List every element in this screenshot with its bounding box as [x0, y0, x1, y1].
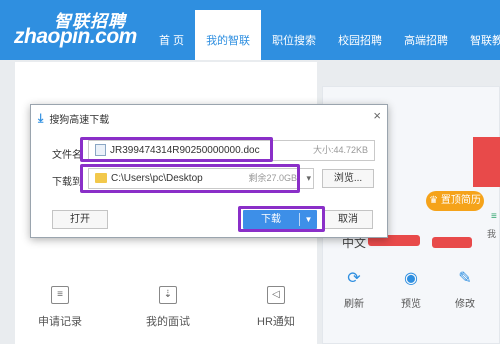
filename-label: 文件名 [52, 150, 82, 161]
pin-resume-label: 置顶简历 [440, 195, 481, 206]
filename-highlight [80, 137, 273, 162]
saveto-label: 下载到 [52, 177, 82, 188]
my-interviews-link[interactable]: ⇣ 我的面试 [146, 286, 190, 329]
chevron-down-icon[interactable]: ▾ [306, 169, 311, 188]
nav-campus[interactable]: 校园招聘 [327, 10, 393, 60]
download-icon: ⤓ [38, 111, 44, 125]
edit-icon: ✎ [458, 270, 472, 287]
eye-icon: ◉ [404, 270, 418, 287]
download-highlight [238, 206, 325, 232]
apply-records-link[interactable]: ≡ 申请记录 [38, 286, 82, 329]
nav-education[interactable]: 智联教育 [459, 10, 500, 60]
nav-highend[interactable]: 高端招聘 [393, 10, 459, 60]
file-size: 大小:44.72KB [312, 145, 368, 155]
dialog-title: 搜狗高速下载 [49, 115, 110, 126]
main-nav: 首 页 我的智联 职位搜索 校园招聘 高端招聘 智联教育 [148, 10, 500, 60]
refresh-button[interactable]: ⟳ 刷新 [344, 270, 364, 310]
browse-button[interactable]: 浏览... [322, 169, 374, 188]
nav-my-zhilian[interactable]: 我的智联 [195, 10, 262, 60]
refresh-icon: ⟳ [347, 270, 361, 287]
apply-records-label: 申请记录 [38, 316, 82, 328]
path-highlight [80, 164, 300, 193]
document-icon: ≡ [51, 286, 69, 304]
refresh-label: 刷新 [344, 299, 364, 310]
pin-resume-button[interactable]: ♛ 置顶简历 [426, 191, 484, 211]
inbox-icon: ⇣ [159, 286, 177, 304]
megaphone-icon: ◁ [266, 286, 285, 304]
hr-notice-label: HR通知 [257, 316, 295, 328]
hr-notice-link[interactable]: ◁ HR通知 [257, 286, 295, 329]
edit-button[interactable]: ✎ 修改 [455, 270, 475, 310]
redacted-block [473, 137, 500, 187]
nav-home[interactable]: 首 页 [148, 10, 195, 60]
preview-label: 预览 [401, 299, 421, 310]
my-interviews-label: 我的面试 [146, 316, 190, 328]
crown-icon: ♛ [429, 195, 439, 206]
edit-label: 修改 [455, 299, 475, 310]
redacted-block [432, 237, 472, 248]
nav-job-search[interactable]: 职位搜索 [261, 10, 327, 60]
list-icon: ≡ [491, 211, 497, 222]
preview-button[interactable]: ◉ 预览 [401, 270, 421, 310]
logo-en-text: zhaopin.com [14, 25, 137, 48]
card-side-text: 我 [487, 229, 497, 239]
cancel-button[interactable]: 取消 [323, 210, 373, 229]
dialog-title-bar: ⤓ 搜狗高速下载 [38, 111, 109, 126]
close-icon[interactable]: × [373, 108, 381, 123]
open-button[interactable]: 打开 [52, 210, 108, 229]
